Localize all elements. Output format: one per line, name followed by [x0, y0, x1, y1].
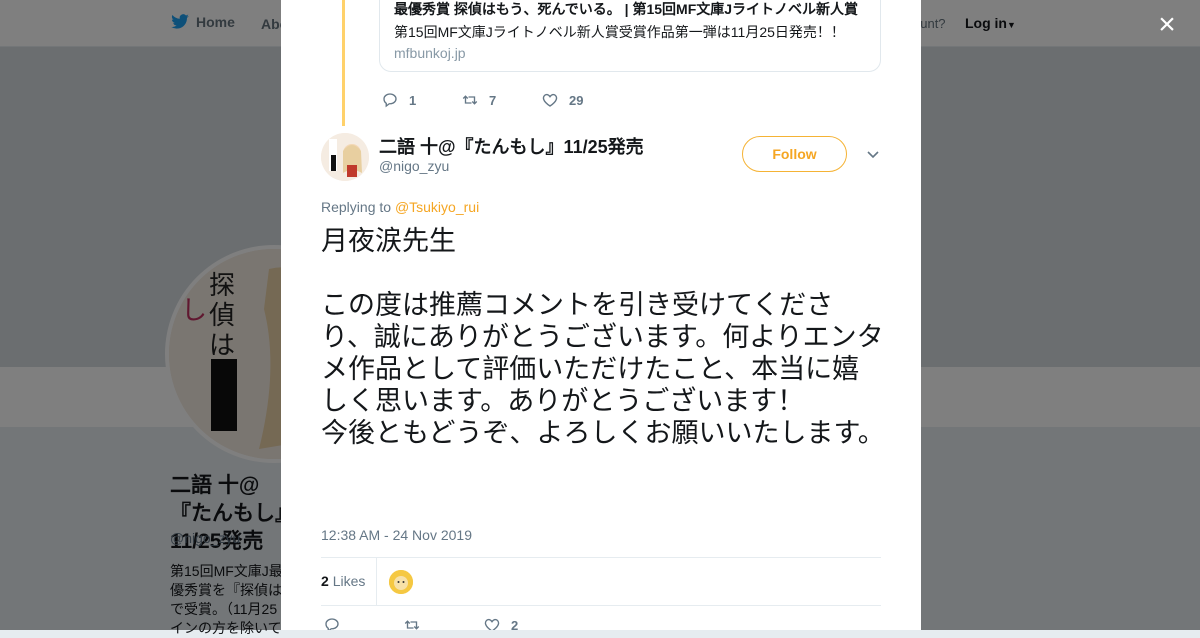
replying-to: Replying to @Tsukiyo_rui	[321, 199, 479, 215]
stats-divider	[376, 558, 377, 605]
tweet-actions: 2	[323, 616, 563, 630]
close-icon[interactable]: ×	[1152, 10, 1182, 40]
tweet-timestamp[interactable]: 12:38 AM - 24 Nov 2019	[321, 527, 472, 543]
retweet-button[interactable]	[403, 616, 483, 630]
likes-number: 2	[321, 573, 329, 589]
likes-stat[interactable]: 2 Likes	[321, 573, 365, 589]
liker-avatar[interactable]	[389, 570, 413, 594]
card-title: 最優秀賞 探偵はもう、死んでいる。 | 第15回MF文庫Jライトノベル新人賞	[394, 1, 859, 17]
reply-target-link[interactable]: @Tsukiyo_rui	[395, 199, 479, 215]
heart-icon	[542, 93, 558, 107]
card-domain: mfbunkoj.jp	[394, 45, 466, 61]
chevron-down-icon[interactable]	[865, 146, 881, 162]
like-count: 29	[569, 92, 584, 108]
reply-icon	[325, 618, 339, 630]
parent-tweet-actions: 1 7 29	[381, 91, 621, 109]
reply-count: 1	[409, 92, 417, 108]
likes-label: Likes	[332, 573, 366, 589]
tweet-line: この度は推薦コメントを引き受けてくださり、誠にありがとうございます。何よりエンタ…	[321, 290, 884, 416]
author-handle[interactable]: @nigo_zyu	[379, 158, 449, 174]
like-count: 2	[511, 617, 519, 631]
author-avatar-art	[321, 133, 369, 181]
author-name[interactable]: 二語 十@『たんもし』11/25発売	[379, 133, 644, 159]
tweet-line: 月夜涙先生	[321, 226, 456, 256]
tweet-line	[321, 257, 886, 289]
like-button[interactable]: 29	[541, 91, 621, 109]
retweet-icon	[404, 620, 420, 630]
tweet-stats: 2 Likes	[321, 557, 881, 606]
retweet-button[interactable]: 7	[461, 91, 541, 109]
card-description: 第15回MF文庫Jライトノベル新人賞受賞作品第一弾は11月25日発売！！	[394, 24, 845, 40]
quoted-link-card[interactable]: 最優秀賞 探偵はもう、死んでいる。 | 第15回MF文庫Jライトノベル新人賞 第…	[379, 0, 881, 72]
reply-button[interactable]: 1	[381, 91, 461, 109]
tweet-text: 月夜涙先生 この度は推薦コメントを引き受けてくださり、誠にありがとうございます。…	[321, 225, 886, 449]
thread-connector-line	[342, 0, 345, 126]
retweet-icon	[462, 95, 478, 105]
tweet-modal: 最優秀賞 探偵はもう、死んでいる。 | 第15回MF文庫Jライトノベル新人賞 第…	[281, 0, 921, 630]
author-avatar[interactable]	[321, 133, 369, 181]
heart-icon	[484, 618, 500, 630]
follow-button[interactable]: Follow	[742, 136, 847, 172]
retweet-count: 7	[489, 92, 497, 108]
reply-button[interactable]	[323, 616, 403, 630]
replying-prefix: Replying to	[321, 199, 395, 215]
like-button[interactable]: 2	[483, 616, 563, 630]
tweet-line: 今後ともどうぞ、よろしくお願いいたします。	[321, 418, 885, 448]
liker-avatar-art	[389, 570, 413, 594]
reply-icon	[383, 93, 397, 108]
